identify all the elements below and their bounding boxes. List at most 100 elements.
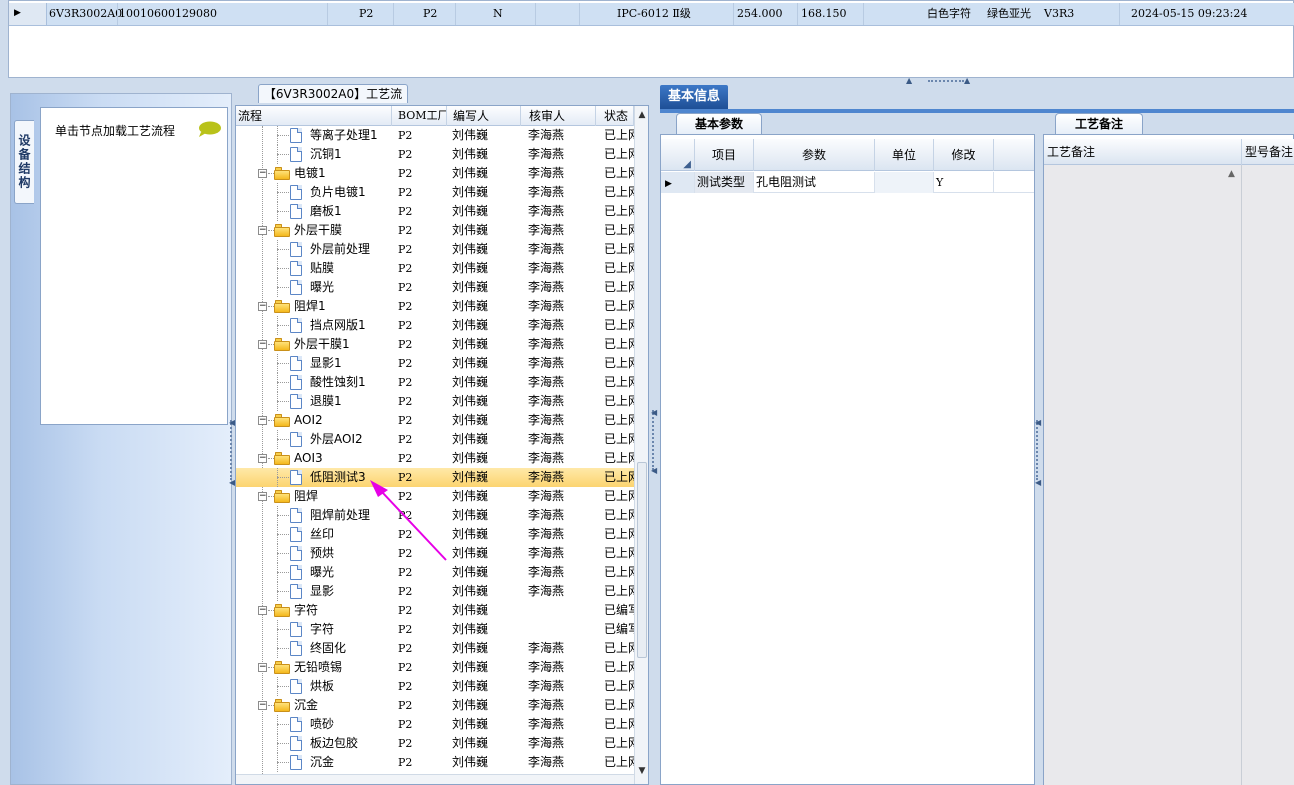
tree-step-row[interactable]: 显影 P2 刘伟巍 李海燕 已上网 (236, 582, 634, 601)
tree-step-row[interactable]: 负片电镀1 P2 刘伟巍 李海燕 已上网 (236, 183, 634, 202)
col-header-model-remark[interactable]: 型号备注 (1242, 139, 1294, 165)
col-header-process-remark[interactable]: 工艺备注 (1044, 139, 1242, 165)
cell-reviewer: 李海燕 (528, 736, 565, 750)
top-grid-row[interactable]: ▶ 6V3R3002A0 10010600129080 P2 P2 N IPC-… (9, 3, 1294, 26)
collapse-right-icon-2[interactable]: ◀ (1035, 478, 1041, 487)
tree-folder-row[interactable]: − 无铅喷锡 P2 刘伟巍 李海燕 已上网 (236, 658, 634, 677)
row-indicator[interactable]: ▶ (9, 3, 47, 25)
tree-step-row[interactable]: 退膜1 P2 刘伟巍 李海燕 已上网 (236, 392, 634, 411)
tree-folder-row[interactable]: − 外层干膜1 P2 刘伟巍 李海燕 已上网 (236, 335, 634, 354)
folder-icon (274, 661, 290, 674)
scroll-down-icon[interactable]: ▼ (636, 764, 648, 778)
tree-horizontal-scrollbar[interactable] (236, 774, 634, 784)
col-header-flow[interactable]: 流程 (236, 106, 392, 126)
collapse-toggle-icon[interactable]: − (258, 454, 267, 463)
scroll-up-icon[interactable]: ▲ (636, 108, 648, 122)
cell-unit[interactable] (875, 172, 934, 193)
tree-step-row[interactable]: 沉金 P2 刘伟巍 李海燕 已上网 (236, 753, 634, 772)
tree-folder-row[interactable]: − 外层干膜 P2 刘伟巍 李海燕 已上网 (236, 221, 634, 240)
tree-step-row[interactable]: 挡点网版1 P2 刘伟巍 李海燕 已上网 (236, 316, 634, 335)
collapse-toggle-icon[interactable]: − (258, 340, 267, 349)
cell-param[interactable]: 孔电阻测试 (754, 172, 875, 193)
tree-step-row[interactable]: 字符 P2 刘伟巍 已编写 (236, 620, 634, 639)
tree-step-row[interactable]: 板边包胶 P2 刘伟巍 李海燕 已上网 (236, 734, 634, 753)
collapse-toggle-icon[interactable]: − (258, 663, 267, 672)
tree-step-row[interactable]: 磨板1 P2 刘伟巍 李海燕 已上网 (236, 202, 634, 221)
expand-up-icon[interactable]: ▲ (964, 76, 970, 85)
tree-caption-tab[interactable]: 【6V3R3002A0】工艺流程 (258, 84, 408, 119)
collapse-middle-icon-2[interactable]: ◀ (651, 466, 657, 475)
tree-step-row[interactable]: 等离子处理1 P2 刘伟巍 李海燕 已上网 (236, 126, 634, 145)
scroll-thumb[interactable] (637, 462, 647, 658)
collapse-middle-icon[interactable]: ◀ (651, 408, 657, 417)
tree-folder-row[interactable]: − AOI2 P2 刘伟巍 李海燕 已上网 (236, 411, 634, 430)
middle-splitter-grip[interactable] (652, 410, 656, 470)
left-splitter-grip[interactable] (230, 420, 234, 480)
collapse-toggle-icon[interactable]: − (258, 302, 267, 311)
tab-basic-params[interactable]: 基本参数 (676, 113, 762, 135)
tree-step-row[interactable]: 显影1 P2 刘伟巍 李海燕 已上网 (236, 354, 634, 373)
col-header-author[interactable]: 编写人 (447, 106, 521, 126)
select-all-corner[interactable]: ◢ (661, 139, 695, 171)
right-splitter-grip[interactable] (1036, 420, 1040, 480)
tree-step-row[interactable]: 低阻测试3 P2 刘伟巍 李海燕 已上网 (236, 468, 634, 487)
tree-step-row[interactable]: 贴膜 P2 刘伟巍 李海燕 已上网 (236, 259, 634, 278)
tree-step-row[interactable]: 沉铜1 P2 刘伟巍 李海燕 已上网 (236, 145, 634, 164)
collapse-toggle-icon[interactable]: − (258, 416, 267, 425)
tree-folder-row[interactable]: − 电镀1 P2 刘伟巍 李海燕 已上网 (236, 164, 634, 183)
document-icon (290, 394, 302, 409)
tree-vertical-scrollbar[interactable]: ▲ ▼ (634, 106, 648, 784)
tree-folder-row[interactable]: − AOI3 P2 刘伟巍 李海燕 已上网 (236, 449, 634, 468)
tree-folder-row[interactable]: − 字符 P2 刘伟巍 已编写 (236, 601, 634, 620)
process-remark-area[interactable] (1044, 165, 1242, 785)
tree-node-label: 酸性蚀刻1 (310, 375, 366, 389)
tree-step-row[interactable]: 外层前处理 P2 刘伟巍 李海燕 已上网 (236, 240, 634, 259)
cell-modify[interactable]: Y (934, 172, 994, 193)
tree-step-row[interactable]: 预烘 P2 刘伟巍 李海燕 已上网 (236, 544, 634, 563)
col-header-status[interactable]: 状态 (596, 106, 634, 126)
tree-step-row[interactable]: 曝光 P2 刘伟巍 李海燕 已上网 (236, 563, 634, 582)
tree-step-row[interactable]: 终固化 P2 刘伟巍 李海燕 已上网 (236, 639, 634, 658)
cell-plant: P2 (398, 281, 413, 294)
cell-author: 刘伟巍 (452, 318, 489, 332)
tree-step-row[interactable]: 曝光 P2 刘伟巍 李海燕 已上网 (236, 278, 634, 297)
tree-folder-row[interactable]: − 沉金 P2 刘伟巍 李海燕 已上网 (236, 696, 634, 715)
tab-process-remarks[interactable]: 工艺备注 (1055, 113, 1143, 135)
cell-order: 10010600129080 (119, 7, 217, 20)
document-icon (290, 470, 302, 485)
tree-step-row[interactable]: 烘板 P2 刘伟巍 李海燕 已上网 (236, 677, 634, 696)
tree-step-row[interactable]: 外层AOI2 P2 刘伟巍 李海燕 已上网 (236, 430, 634, 449)
collapse-right-icon[interactable]: ◀ (1035, 418, 1041, 427)
tree-step-row[interactable]: 酸性蚀刻1 P2 刘伟巍 李海燕 已上网 (236, 373, 634, 392)
tab-device-structure[interactable]: 设备结构 (14, 120, 34, 204)
tree-step-row[interactable]: 喷砂 P2 刘伟巍 李海燕 已上网 (236, 715, 634, 734)
tree-step-row[interactable]: 丝印 P2 刘伟巍 李海燕 已上网 (236, 525, 634, 544)
document-icon (290, 584, 302, 599)
tree-folder-row[interactable]: − 阻焊1 P2 刘伟巍 李海燕 已上网 (236, 297, 634, 316)
col-header-item[interactable]: 项目 (695, 139, 754, 171)
params-row[interactable]: ▶ 测试类型 孔电阻测试 Y (661, 172, 1034, 193)
tree-folder-row[interactable]: − 阻焊 P2 刘伟巍 李海燕 已上网 (236, 487, 634, 506)
collapse-up-icon[interactable]: ▲ (906, 76, 912, 85)
collapse-toggle-icon[interactable]: − (258, 169, 267, 178)
horizontal-splitter[interactable]: ▲ ▲ (8, 76, 1294, 86)
col-header-param[interactable]: 参数 (754, 139, 875, 171)
document-icon (290, 508, 302, 523)
model-remark-area[interactable] (1242, 165, 1294, 785)
row-indicator[interactable]: ▶ (661, 172, 695, 193)
col-header-unit[interactable]: 单位 (875, 139, 934, 171)
col-header-reviewer[interactable]: 核审人 (521, 106, 596, 126)
col-header-modify[interactable]: 修改 (934, 139, 994, 171)
collapse-toggle-icon[interactable]: − (258, 701, 267, 710)
cell-author: 刘伟巍 (452, 394, 489, 408)
collapse-toggle-icon[interactable]: − (258, 492, 267, 501)
tree-node-label: 预烘 (310, 546, 335, 560)
tab-basic-info[interactable]: 基本信息 (660, 85, 728, 109)
collapse-toggle-icon[interactable]: − (258, 606, 267, 615)
remark-scroll-up-icon[interactable]: ▲ (1228, 169, 1235, 179)
collapse-toggle-icon[interactable]: − (258, 226, 267, 235)
splitter-grip[interactable] (928, 80, 964, 83)
tree-step-row[interactable]: 阻焊前处理 P2 刘伟巍 李海燕 已上网 (236, 506, 634, 525)
row-pointer-icon: ▶ (665, 179, 672, 189)
col-header-plant[interactable]: BOM工厂 (392, 106, 447, 126)
